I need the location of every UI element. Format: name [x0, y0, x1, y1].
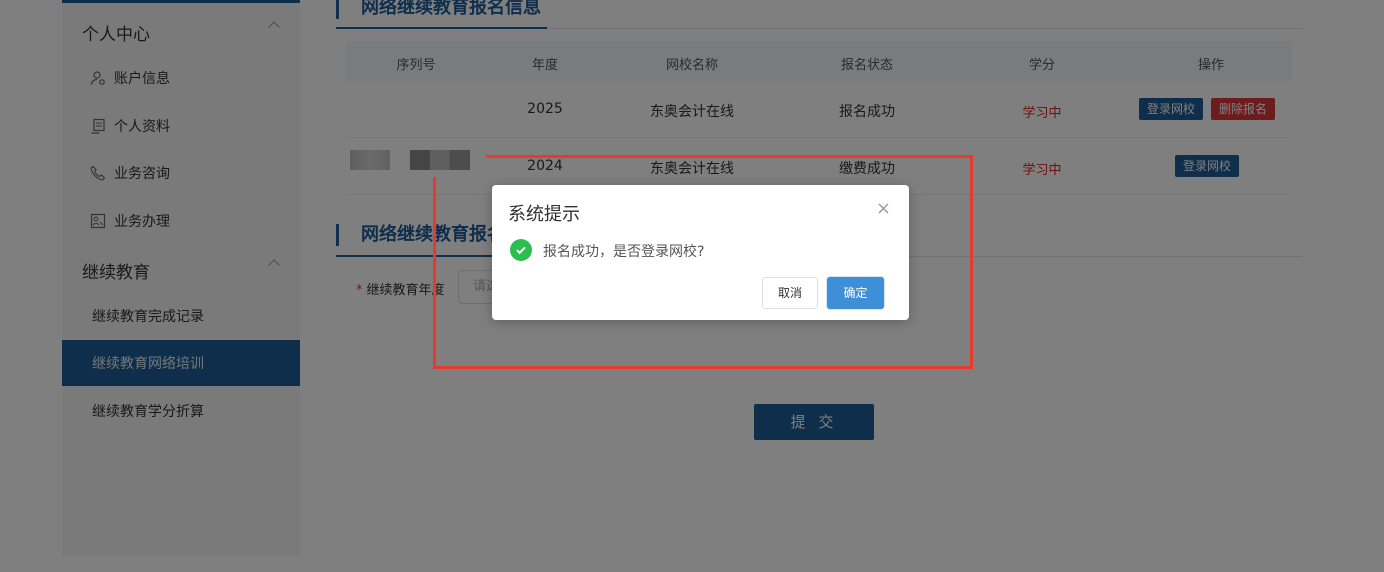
cancel-button[interactable]: 取消 [762, 277, 818, 309]
annotation-line [433, 177, 436, 369]
close-icon[interactable] [876, 201, 892, 217]
annotation-line [970, 155, 973, 369]
annotation-line [433, 366, 973, 369]
dialog-message: 报名成功，是否登录网校? [543, 244, 705, 260]
success-check-icon [510, 239, 532, 261]
confirm-button[interactable]: 确定 [827, 277, 884, 309]
dialog-title: 系统提示 [508, 204, 580, 225]
system-prompt-dialog: 系统提示 报名成功，是否登录网校? 取消 确定 [492, 185, 909, 320]
annotation-line [486, 155, 973, 158]
